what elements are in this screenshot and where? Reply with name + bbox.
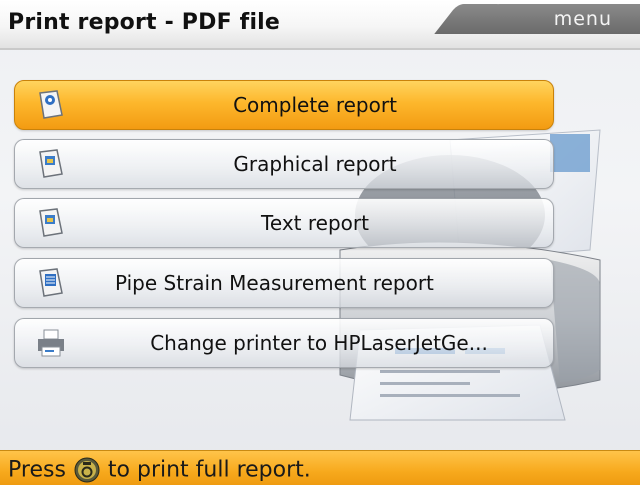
printer-icon <box>35 327 67 359</box>
menu-item-pipe-strain-report[interactable]: Pipe Strain Measurement report <box>14 258 554 308</box>
menu-item-change-printer[interactable]: Change printer to HPLaserJetGe... <box>14 318 554 368</box>
header-bar: Print report - PDF file menu <box>0 0 640 50</box>
text-report-icon <box>35 207 67 239</box>
menu-item-label: Pipe Strain Measurement report <box>115 271 434 295</box>
status-bar: Press to print full report. <box>0 450 640 485</box>
menu-item-label: Complete report <box>233 93 397 117</box>
complete-report-icon <box>35 89 67 121</box>
status-prefix: Press <box>8 457 66 483</box>
menu-item-graphical-report[interactable]: Graphical report <box>14 139 554 189</box>
print-report-screen: Print report - PDF file menu Complete re… <box>0 0 640 485</box>
pipe-strain-report-icon <box>35 267 67 299</box>
menu-item-label: Graphical report <box>233 152 397 176</box>
menu-button[interactable]: menu <box>472 4 640 34</box>
menu-item-complete-report[interactable]: Complete report <box>14 80 554 130</box>
menu-item-label: Change printer to HPLaserJetGe... <box>150 331 488 355</box>
menu-item-text-report[interactable]: Text report <box>14 198 554 248</box>
status-message: Press to print full report. <box>8 457 311 483</box>
graphical-report-icon <box>35 148 67 180</box>
menu-item-label: Text report <box>261 211 369 235</box>
page-title: Print report - PDF file <box>8 10 281 35</box>
menu-label: menu <box>553 8 612 30</box>
enter-key-icon <box>74 457 100 483</box>
status-suffix: to print full report. <box>107 457 311 483</box>
